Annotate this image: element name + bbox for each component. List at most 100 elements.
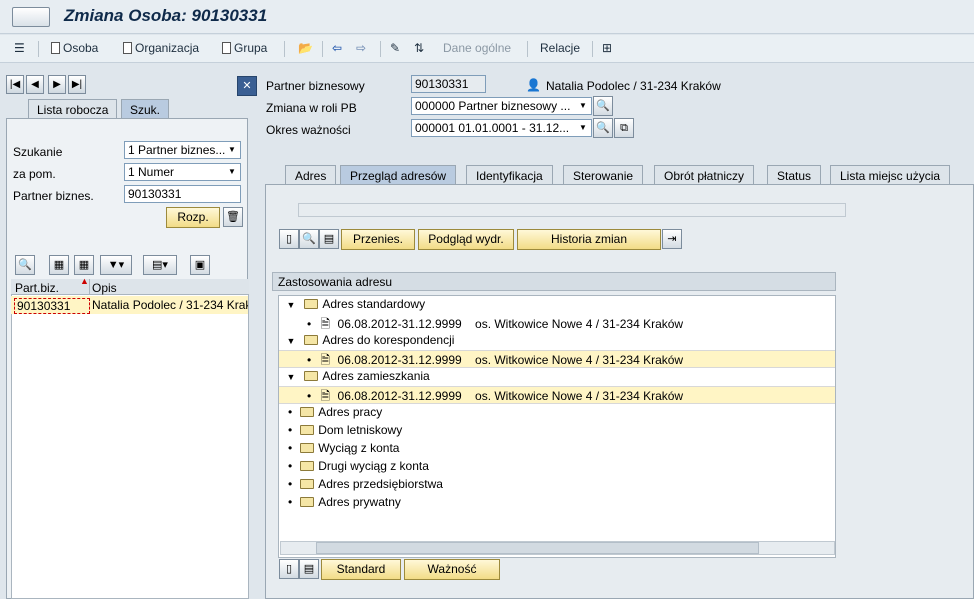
- move-button[interactable]: Przenies.: [341, 229, 415, 250]
- tab-usage-list[interactable]: Lista miejsc użycia: [830, 165, 951, 185]
- tab-search[interactable]: Szuk.: [121, 99, 170, 119]
- scroll-thumb[interactable]: [316, 542, 759, 554]
- tree-node-standard[interactable]: ▼ Adres standardowy: [279, 297, 835, 315]
- tab-address-overview[interactable]: Przegląd adresów: [340, 165, 457, 185]
- change-history-button[interactable]: Historia zmian: [517, 229, 661, 250]
- application-toolbar: ☰ Osoba Organizacja Grupa 📂 ⇦ ⇨ ✎ ⇅ Dane…: [0, 35, 974, 63]
- tree-node-summer-house[interactable]: • Dom letniskowy: [279, 423, 835, 441]
- tree-leaf[interactable]: • 🗎 06.08.2012-31.12.9999 os. Witkowice …: [279, 315, 835, 333]
- tree-node-statement[interactable]: • Wyciąg z konta: [279, 441, 835, 459]
- new-person-button[interactable]: Osoba: [51, 41, 98, 55]
- new-organization-button[interactable]: Organizacja: [123, 41, 199, 55]
- document-icon: 🗎: [320, 317, 331, 331]
- standard-button[interactable]: Standard: [321, 559, 401, 580]
- start-search-button[interactable]: Rozp.: [166, 207, 220, 228]
- validity-button[interactable]: Ważność: [404, 559, 500, 580]
- edit-icon[interactable]: ✎: [390, 41, 400, 55]
- layout-icon[interactable]: ▤▾: [143, 255, 177, 275]
- forward-arrow-icon[interactable]: ⇨: [356, 41, 366, 55]
- tree-icon[interactable]: ⊞: [602, 41, 612, 55]
- find-next-icon[interactable]: ▦: [74, 255, 94, 275]
- folder-icon: [300, 479, 315, 489]
- folder-icon: [300, 497, 315, 507]
- menu-icon[interactable]: [12, 7, 50, 27]
- role-label: Zmiana w roli PB: [266, 101, 357, 115]
- export-icon[interactable]: ⇥: [662, 229, 682, 249]
- result-list: [11, 279, 249, 599]
- window-title: Zmiana Osoba: 90130331: [64, 6, 268, 25]
- address-table-scrollbar[interactable]: [298, 203, 846, 217]
- folder-icon: [300, 461, 315, 471]
- last-record-icon[interactable]: ▶|: [68, 75, 86, 94]
- tab-status[interactable]: Status: [767, 165, 822, 185]
- find-icon[interactable]: 🔍: [15, 255, 35, 275]
- relations-button[interactable]: Relacje: [540, 41, 580, 55]
- sort-icon: ▲: [80, 276, 89, 286]
- delete-address-icon[interactable]: ▤: [319, 229, 339, 249]
- binoculars-icon[interactable]: ▦: [49, 255, 69, 275]
- tree-leaf[interactable]: • 🗎 06.08.2012-31.12.9999 os. Witkowice …: [279, 386, 835, 404]
- lookup-address-icon[interactable]: 🔍: [299, 229, 319, 249]
- tree-node-company[interactable]: • Adres przedsiębiorstwa: [279, 477, 835, 495]
- period-lookup-icon[interactable]: 🔍: [593, 118, 613, 138]
- folder-icon: [300, 407, 315, 417]
- delete-icon[interactable]: 🗑: [223, 207, 243, 227]
- switch-icon[interactable]: ⇅: [414, 41, 424, 55]
- document-icon: [222, 42, 231, 54]
- export-icon[interactable]: ▣: [190, 255, 210, 275]
- expand-icon[interactable]: ▼: [285, 300, 297, 310]
- list-view-icon[interactable]: ☰: [14, 41, 25, 55]
- folder-icon: [300, 425, 315, 435]
- tree-node-work[interactable]: • Adres pracy: [279, 405, 835, 423]
- document-icon: 🗎: [320, 389, 331, 403]
- back-arrow-icon[interactable]: ⇦: [332, 41, 342, 55]
- tab-worklist[interactable]: Lista robocza: [28, 99, 118, 119]
- first-record-icon[interactable]: |◀: [6, 75, 24, 94]
- new-group-button[interactable]: Grupa: [222, 41, 267, 55]
- partner-desc-cell: Natalia Podolec / 31-234 Kraków: [92, 298, 248, 312]
- filter-icon[interactable]: ▼▾: [100, 255, 132, 275]
- folder-icon: [300, 443, 315, 453]
- tree-leaf[interactable]: • 🗎 06.08.2012-31.12.9999 os. Witkowice …: [279, 350, 835, 368]
- usage-section-title: Zastosowania adresu: [278, 275, 393, 289]
- open-folder-icon[interactable]: 📂: [298, 41, 313, 55]
- column-description[interactable]: Opis: [92, 281, 117, 295]
- tree-node-second-statement[interactable]: • Drugi wyciąg z konta: [279, 459, 835, 477]
- delete-usage-icon[interactable]: ▤: [299, 559, 319, 579]
- general-data-button[interactable]: Dane ogólne: [443, 41, 511, 55]
- expand-icon[interactable]: ▼: [285, 336, 297, 346]
- new-address-icon[interactable]: ▯: [279, 229, 299, 249]
- partner-input[interactable]: 90130331: [124, 185, 241, 203]
- tab-address[interactable]: Adres: [285, 165, 337, 185]
- new-usage-icon[interactable]: ▯: [279, 559, 299, 579]
- search-by-label: za pom.: [13, 167, 56, 181]
- folder-icon: [304, 335, 319, 345]
- tab-identification[interactable]: Identyfikacja: [466, 165, 553, 185]
- person-icon: 👤: [526, 78, 541, 92]
- table-row[interactable]: 90130331 Natalia Podolec / 31-234 Kraków: [11, 296, 248, 314]
- tab-payment[interactable]: Obrót płatniczy: [654, 165, 755, 185]
- column-partner[interactable]: Part.biz.: [15, 281, 59, 295]
- document-icon: [123, 42, 132, 54]
- search-by-select[interactable]: 1 Numer ▼: [124, 163, 241, 181]
- search-type-select[interactable]: 1 Partner biznes... ▼: [124, 141, 241, 159]
- document-icon: 🗎: [320, 353, 331, 367]
- tab-control[interactable]: Sterowanie: [563, 165, 644, 185]
- role-select[interactable]: 000000 Partner biznesowy ... ▼: [411, 97, 592, 115]
- chevron-down-icon: ▼: [228, 145, 236, 154]
- close-icon[interactable]: ✕: [237, 76, 257, 96]
- print-preview-button[interactable]: Podgląd wydr.: [418, 229, 514, 250]
- role-lookup-icon[interactable]: 🔍: [593, 96, 613, 116]
- previous-record-icon[interactable]: ◀: [26, 75, 44, 94]
- business-partner-field: 90130331: [411, 75, 486, 93]
- copy-icon[interactable]: ⧉: [614, 118, 634, 138]
- expand-icon[interactable]: ▼: [285, 372, 297, 382]
- chevron-down-icon: ▼: [228, 167, 236, 176]
- validity-period-select[interactable]: 000001 01.01.0001 - 31.12... ▼: [411, 119, 592, 137]
- tree-node-correspondence[interactable]: ▼ Adres do korespondencji: [279, 333, 835, 351]
- business-partner-label: Partner biznesowy: [266, 79, 365, 93]
- partner-label: Partner biznes.: [13, 189, 94, 203]
- tree-node-private[interactable]: • Adres prywatny: [279, 495, 835, 513]
- tree-node-residence[interactable]: ▼ Adres zamieszkania: [279, 369, 835, 387]
- next-record-icon[interactable]: ▶: [48, 75, 66, 94]
